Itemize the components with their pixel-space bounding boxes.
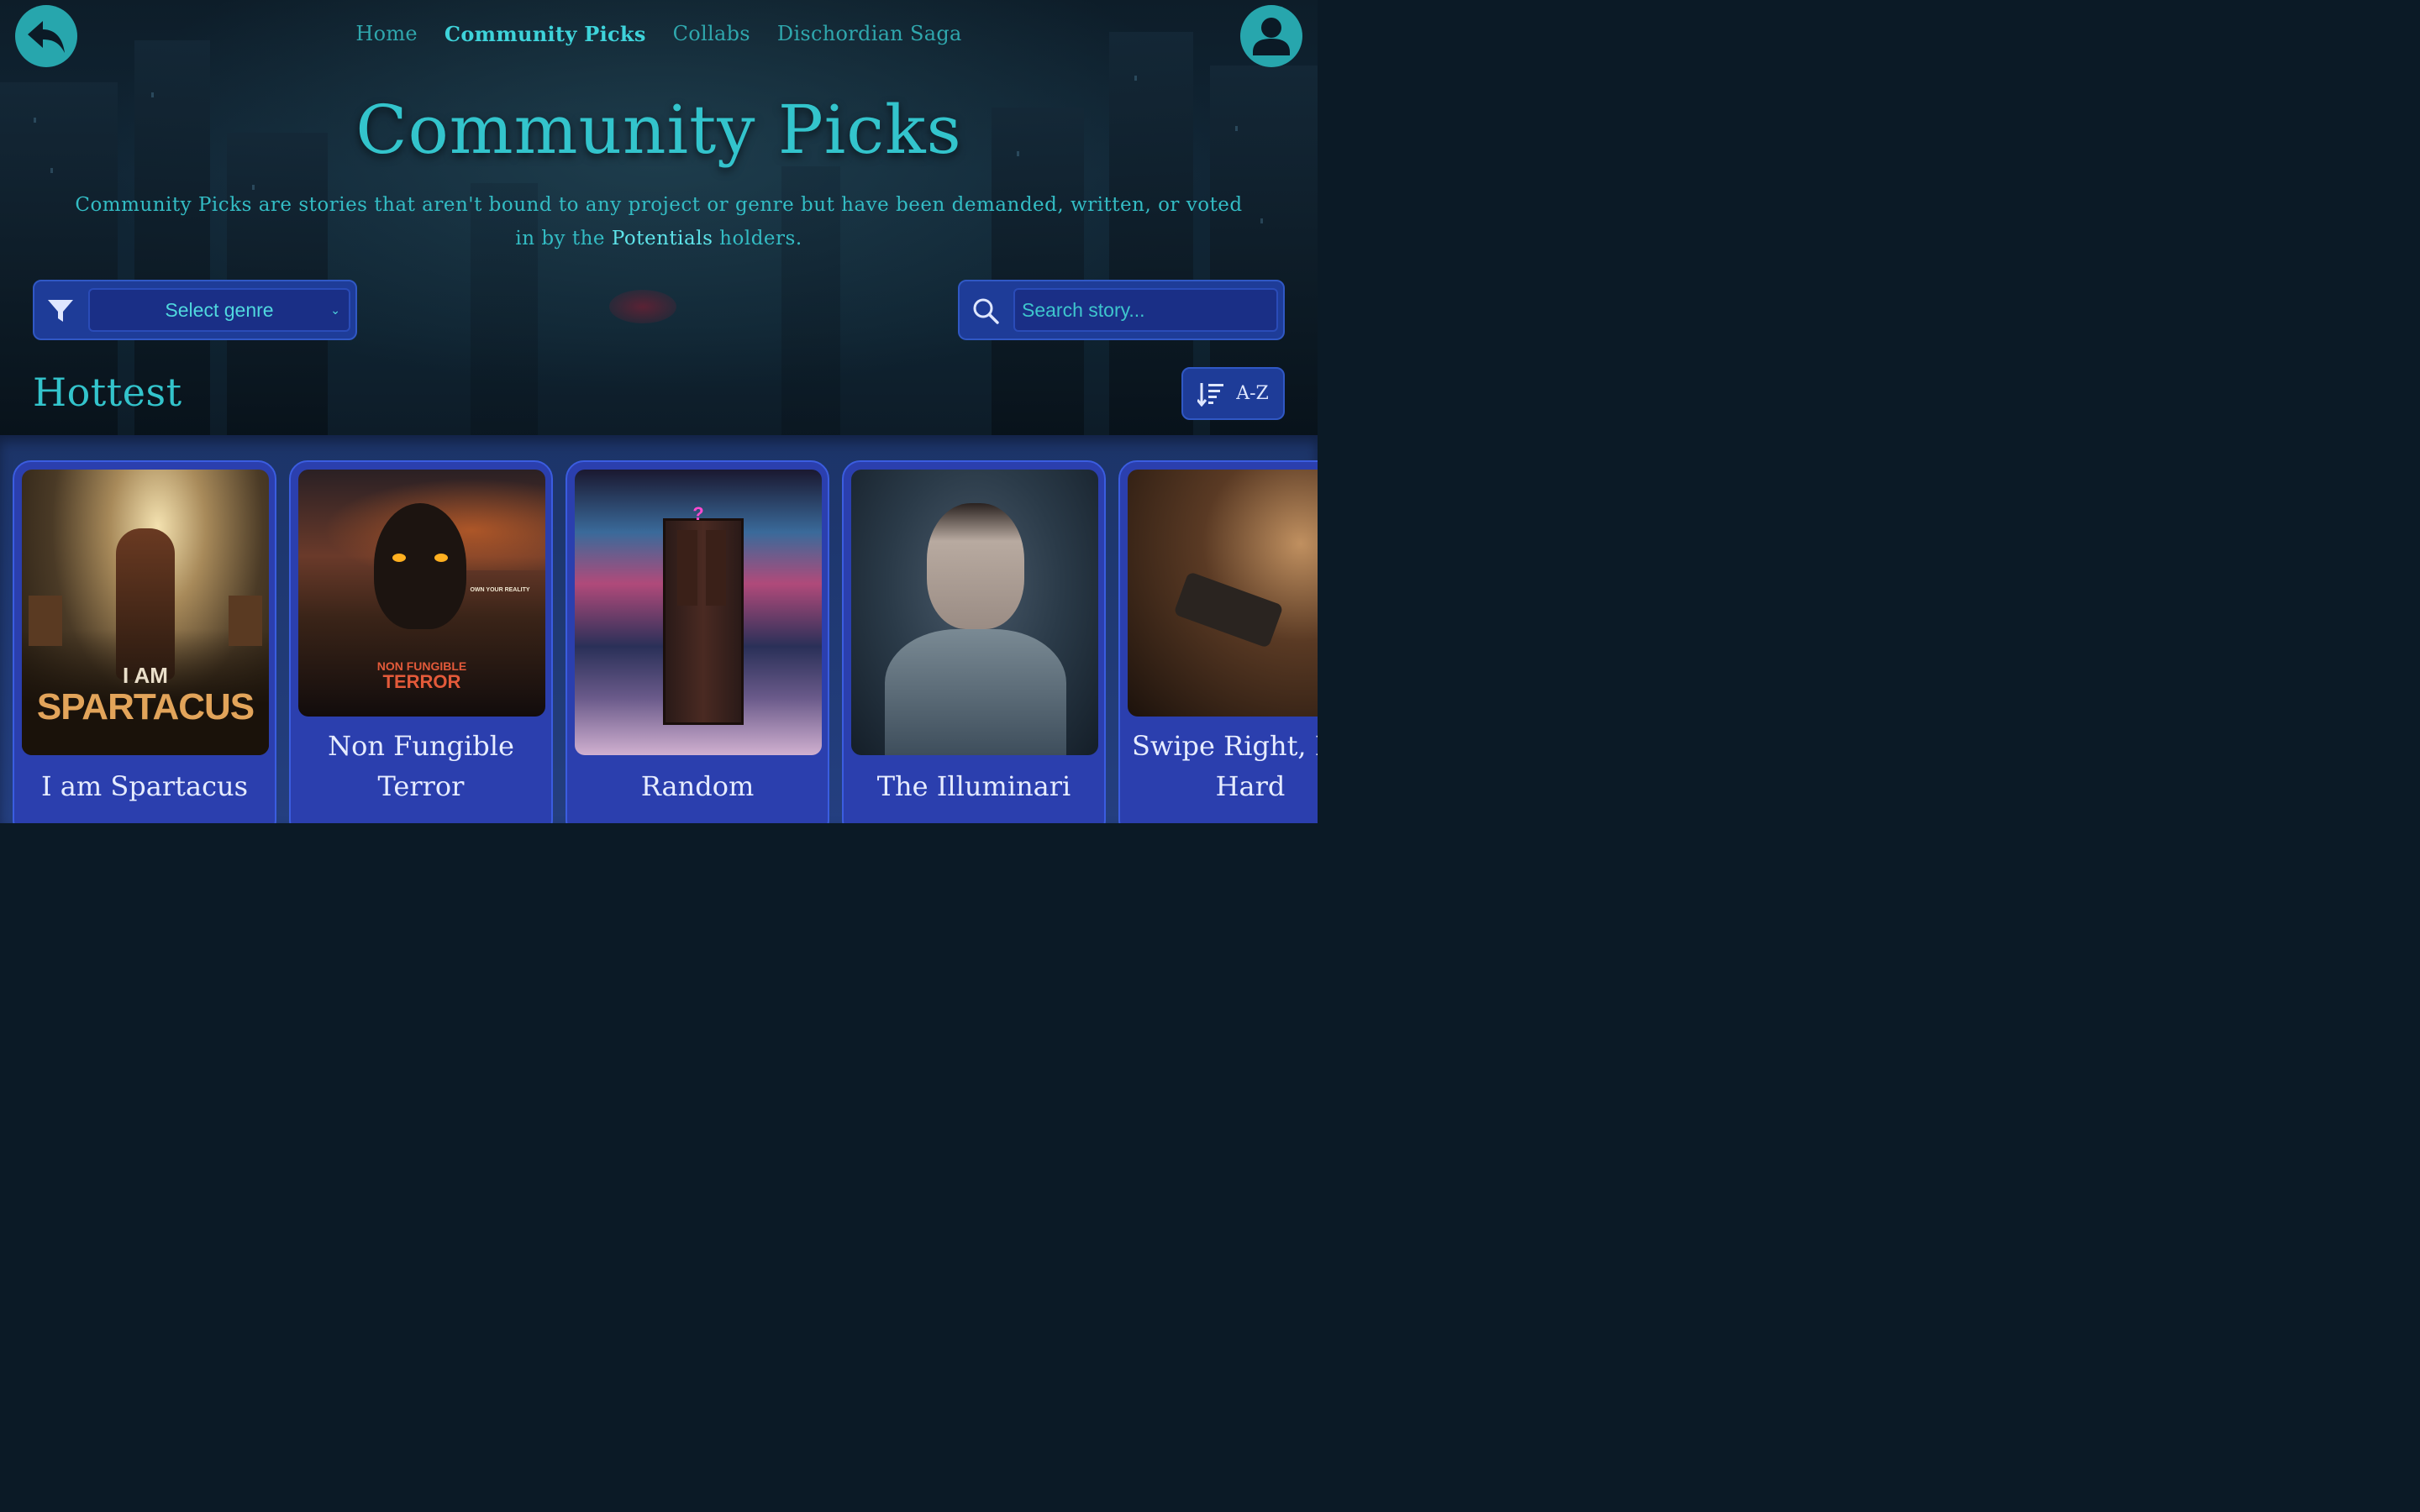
user-icon [1253, 18, 1290, 55]
figure-silhouette [116, 528, 175, 680]
page-title: Community Picks [355, 91, 962, 169]
poster-title-line1: I AM [123, 663, 168, 688]
page-description: Community Picks are stories that aren't … [67, 188, 1250, 255]
section-title: Hottest [33, 370, 182, 415]
poster-title-line2: TERROR [382, 671, 461, 692]
story-cover-image: ? [575, 470, 822, 755]
poster-title-line2: SPARTACUS [36, 686, 255, 727]
story-cover-image: OWN YOUR REALITY NON FUNGIBLE TERROR [298, 470, 545, 717]
top-nav: Home Community Picks Collabs Dischordian… [0, 22, 1318, 46]
story-title-line2: Terror [377, 770, 465, 802]
story-title-line2: Hard [1215, 770, 1286, 802]
story-cover-image [1128, 470, 1318, 717]
search-input[interactable] [1013, 288, 1278, 332]
story-card-random[interactable]: ? Random [566, 460, 829, 823]
story-title-line1: Non Fungible [328, 730, 514, 762]
door-panel [677, 530, 697, 606]
story-card-the-illuminari[interactable]: The Illuminari [842, 460, 1106, 823]
story-card-swipe-right-hard[interactable]: Swipe Right, I Hard [1118, 460, 1318, 823]
story-card-spartacus[interactable]: I AM SPARTACUS I am Spartacus [13, 460, 276, 823]
eye [392, 554, 406, 562]
armor-shape [885, 629, 1066, 755]
story-title-line1: Swipe Right, I [1132, 730, 1318, 762]
description-text-end: holders. [713, 228, 802, 249]
sort-button[interactable]: A-Z [1181, 367, 1285, 420]
story-cover-image [851, 470, 1098, 755]
nav-home[interactable]: Home [355, 22, 418, 46]
story-title: Random [640, 770, 755, 802]
filter-icon [48, 300, 73, 322]
nav-dischordian-saga[interactable]: Dischordian Saga [777, 22, 962, 46]
story-title: The Illuminari [876, 770, 1071, 802]
user-profile-button[interactable] [1240, 5, 1302, 67]
door-shape [663, 518, 744, 725]
story-cover-image: I AM SPARTACUS [22, 470, 269, 755]
phone-shape [1173, 571, 1284, 648]
chevron-down-icon: ⌄ [330, 303, 340, 317]
search-icon [973, 298, 999, 324]
door-panel [706, 530, 726, 606]
banner-shape [29, 596, 62, 646]
flying-car [609, 290, 676, 323]
genre-select-value: Select genre [165, 298, 274, 321]
eye [434, 554, 448, 562]
nav-collabs[interactable]: Collabs [673, 22, 750, 46]
banner-shape [229, 596, 262, 646]
story-title: I am Spartacus [40, 770, 249, 802]
poster-tagline: OWN YOUR REALITY [470, 587, 530, 593]
ape-face [374, 503, 466, 629]
poster-question-mark: ? [692, 503, 704, 524]
story-carousel: I AM SPARTACUS I am Spartacus OWN YOUR R… [0, 435, 1318, 823]
sort-icon [1197, 382, 1224, 407]
story-card-non-fungible-terror[interactable]: OWN YOUR REALITY NON FUNGIBLE TERROR Non… [289, 460, 553, 823]
genre-select[interactable]: Select genre ⌄ [88, 288, 350, 332]
face-shape [927, 503, 1024, 629]
story-search [958, 280, 1285, 340]
sort-label: A-Z [1236, 383, 1269, 404]
description-highlight: Potentials [611, 228, 713, 249]
nav-community-picks[interactable]: Community Picks [445, 22, 646, 46]
genre-filter: Select genre ⌄ [33, 280, 357, 340]
